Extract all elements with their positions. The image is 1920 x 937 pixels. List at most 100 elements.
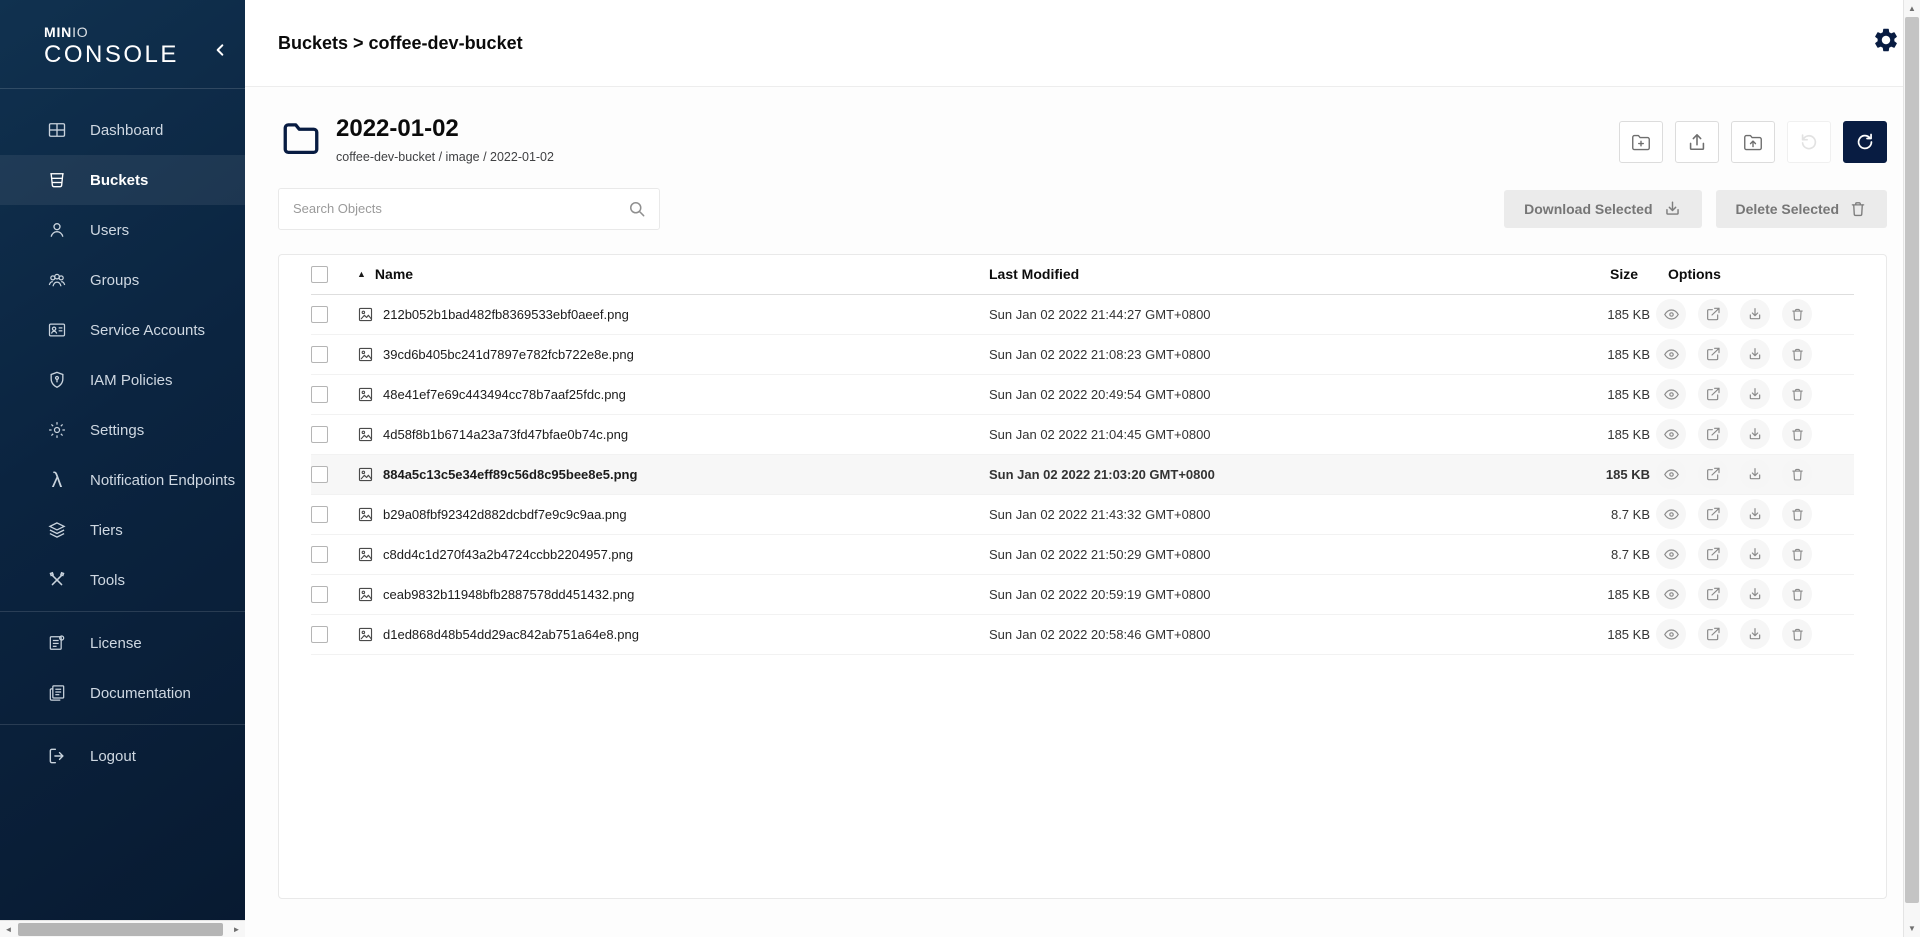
- delete-button[interactable]: [1782, 419, 1812, 449]
- table-row[interactable]: d1ed868d48b54dd29ac842ab751a64e8.png Sun…: [311, 615, 1854, 655]
- sidebar-item-settings[interactable]: Settings: [0, 405, 245, 455]
- select-all-checkbox[interactable]: [311, 266, 328, 283]
- scroll-down-arrow-icon[interactable]: ▼: [1904, 920, 1920, 937]
- download-button[interactable]: [1740, 539, 1770, 569]
- new-path-button[interactable]: [1619, 121, 1663, 163]
- row-checkbox[interactable]: [311, 546, 328, 563]
- window-vertical-scrollbar[interactable]: ▲ ▼: [1903, 0, 1920, 937]
- download-button[interactable]: [1740, 459, 1770, 489]
- share-button[interactable]: [1698, 579, 1728, 609]
- sidebar-collapse-button[interactable]: [209, 38, 233, 62]
- delete-button[interactable]: [1782, 299, 1812, 329]
- row-checkbox[interactable]: [311, 586, 328, 603]
- table-row[interactable]: 4d58f8b1b6714a23a73fd47bfae0b74c.png Sun…: [311, 415, 1854, 455]
- delete-button[interactable]: [1782, 619, 1812, 649]
- scroll-up-arrow-icon[interactable]: ▲: [1904, 0, 1920, 17]
- preview-button[interactable]: [1656, 459, 1686, 489]
- refresh-button[interactable]: [1843, 121, 1887, 163]
- download-button[interactable]: [1740, 499, 1770, 529]
- scroll-left-arrow-icon[interactable]: ◄: [0, 921, 17, 937]
- scroll-right-arrow-icon[interactable]: ►: [228, 921, 245, 937]
- table-row[interactable]: b29a08fbf92342d882dcbdf7e9c9c9aa.png Sun…: [311, 495, 1854, 535]
- row-checkbox[interactable]: [311, 626, 328, 643]
- share-button[interactable]: [1698, 419, 1728, 449]
- rewind-button[interactable]: [1787, 121, 1831, 163]
- row-checkbox[interactable]: [311, 466, 328, 483]
- preview-button[interactable]: [1656, 299, 1686, 329]
- sidebar-item-license[interactable]: License: [0, 618, 245, 668]
- sidebar-item-iam-policies[interactable]: IAM Policies: [0, 355, 245, 405]
- delete-button[interactable]: [1782, 499, 1812, 529]
- delete-button[interactable]: [1782, 459, 1812, 489]
- preview-button[interactable]: [1656, 619, 1686, 649]
- sidebar-item-buckets[interactable]: Buckets: [0, 155, 245, 205]
- download-button[interactable]: [1740, 579, 1770, 609]
- delete-selected-button[interactable]: Delete Selected: [1716, 190, 1888, 228]
- share-button[interactable]: [1698, 339, 1728, 369]
- table-row[interactable]: 48e41ef7e69c443494cc78b7aaf25fdc.png Sun…: [311, 375, 1854, 415]
- share-button[interactable]: [1698, 499, 1728, 529]
- vertical-scrollbar-thumb[interactable]: [1905, 17, 1919, 903]
- search-box[interactable]: [278, 188, 660, 230]
- row-checkbox[interactable]: [311, 346, 328, 363]
- column-header-name[interactable]: ▲ Name: [357, 266, 989, 282]
- horizontal-scrollbar-thumb[interactable]: [18, 923, 223, 936]
- download-button[interactable]: [1740, 339, 1770, 369]
- table-row[interactable]: 39cd6b405bc241d7897e782fcb722e8e.png Sun…: [311, 335, 1854, 375]
- table-row[interactable]: ceab9832b11948bfb2887578dd451432.png Sun…: [311, 575, 1854, 615]
- delete-button[interactable]: [1782, 539, 1812, 569]
- sidebar-item-tiers[interactable]: Tiers: [0, 505, 245, 555]
- sidebar-item-documentation[interactable]: Documentation: [0, 668, 245, 718]
- settings-gear-button[interactable]: [1872, 26, 1902, 56]
- table-row[interactable]: 212b052b1bad482fb8369533ebf0aeef.png Sun…: [311, 295, 1854, 335]
- search-input[interactable]: [293, 201, 627, 216]
- object-name-cell[interactable]: 4d58f8b1b6714a23a73fd47bfae0b74c.png: [357, 426, 989, 443]
- preview-button[interactable]: [1656, 499, 1686, 529]
- row-checkbox[interactable]: [311, 506, 328, 523]
- object-name-cell[interactable]: ceab9832b11948bfb2887578dd451432.png: [357, 586, 989, 603]
- download-button[interactable]: [1740, 619, 1770, 649]
- share-button[interactable]: [1698, 379, 1728, 409]
- column-header-last-modified[interactable]: Last Modified: [989, 266, 1539, 282]
- delete-button[interactable]: [1782, 579, 1812, 609]
- object-name-cell[interactable]: c8dd4c1d270f43a2b4724ccbb2204957.png: [357, 546, 989, 563]
- delete-button[interactable]: [1782, 379, 1812, 409]
- column-header-size[interactable]: Size: [1539, 266, 1654, 282]
- sidebar-horizontal-scrollbar[interactable]: ◄ ►: [0, 920, 245, 937]
- sidebar-item-logout[interactable]: Logout: [0, 731, 245, 781]
- share-button[interactable]: [1698, 539, 1728, 569]
- sort-asc-icon[interactable]: ▲: [357, 270, 366, 279]
- preview-button[interactable]: [1656, 419, 1686, 449]
- share-button[interactable]: [1698, 619, 1728, 649]
- table-row[interactable]: 884a5c13c5e34eff89c56d8c95bee8e5.png Sun…: [311, 455, 1854, 495]
- object-name-cell[interactable]: 884a5c13c5e34eff89c56d8c95bee8e5.png: [357, 466, 989, 483]
- table-row[interactable]: c8dd4c1d270f43a2b4724ccbb2204957.png Sun…: [311, 535, 1854, 575]
- object-name-cell[interactable]: 212b052b1bad482fb8369533ebf0aeef.png: [357, 306, 989, 323]
- sidebar-item-tools[interactable]: Tools: [0, 555, 245, 605]
- sidebar-item-service-accounts[interactable]: Service Accounts: [0, 305, 245, 355]
- sidebar-item-notification-endpoints[interactable]: λ Notification Endpoints: [0, 455, 245, 505]
- download-button[interactable]: [1740, 379, 1770, 409]
- preview-button[interactable]: [1656, 339, 1686, 369]
- upload-folder-button[interactable]: [1731, 121, 1775, 163]
- upload-file-button[interactable]: [1675, 121, 1719, 163]
- row-checkbox[interactable]: [311, 386, 328, 403]
- object-name-cell[interactable]: b29a08fbf92342d882dcbdf7e9c9c9aa.png: [357, 506, 989, 523]
- preview-button[interactable]: [1656, 539, 1686, 569]
- share-button[interactable]: [1698, 459, 1728, 489]
- preview-button[interactable]: [1656, 379, 1686, 409]
- row-checkbox[interactable]: [311, 306, 328, 323]
- share-button[interactable]: [1698, 299, 1728, 329]
- object-name-cell[interactable]: 48e41ef7e69c443494cc78b7aaf25fdc.png: [357, 386, 989, 403]
- delete-button[interactable]: [1782, 339, 1812, 369]
- row-checkbox[interactable]: [311, 426, 328, 443]
- download-button[interactable]: [1740, 299, 1770, 329]
- sidebar-item-groups[interactable]: Groups: [0, 255, 245, 305]
- object-name-cell[interactable]: d1ed868d48b54dd29ac842ab751a64e8.png: [357, 626, 989, 643]
- download-selected-button[interactable]: Download Selected: [1504, 190, 1701, 228]
- sidebar-item-users[interactable]: Users: [0, 205, 245, 255]
- preview-button[interactable]: [1656, 579, 1686, 609]
- object-name-cell[interactable]: 39cd6b405bc241d7897e782fcb722e8e.png: [357, 346, 989, 363]
- sidebar-item-dashboard[interactable]: Dashboard: [0, 105, 245, 155]
- download-button[interactable]: [1740, 419, 1770, 449]
